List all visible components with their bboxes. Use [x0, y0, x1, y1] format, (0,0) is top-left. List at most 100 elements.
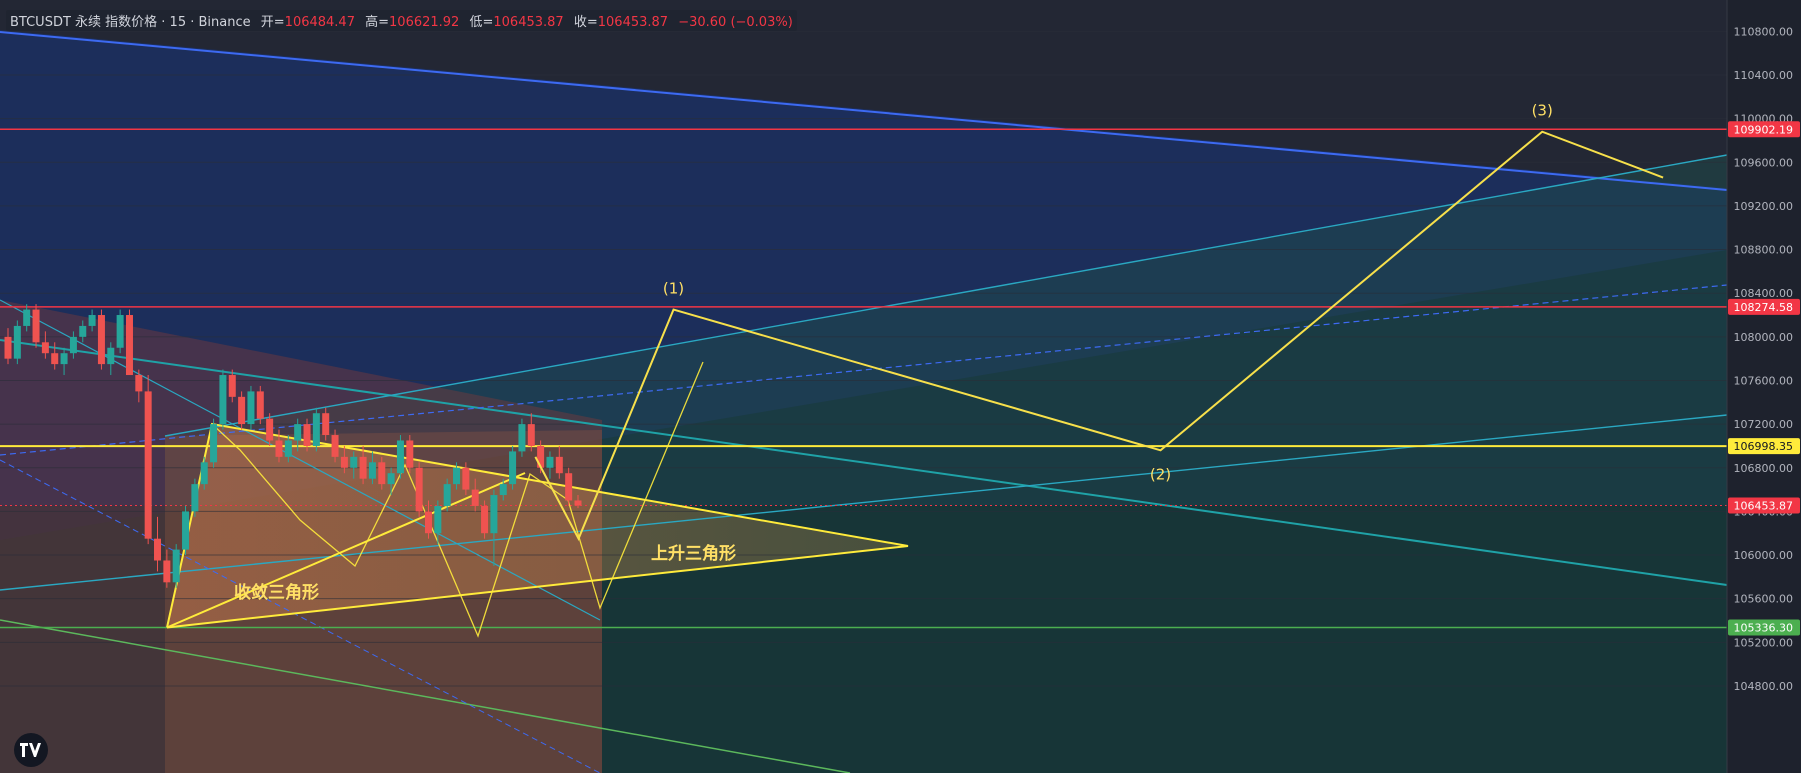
open-label: 开= [260, 15, 285, 30]
candle-body [60, 353, 68, 365]
symbol-title: BTCUSDT 永续 指数价格 · 15 · Binance [10, 15, 251, 30]
symbol-header: BTCUSDT 永续 指数价格 · 15 · Binance 开=106484.… [6, 10, 797, 31]
candle-body [79, 325, 87, 337]
candle-body [424, 511, 432, 534]
price-tag-label: 108274.58 [1734, 301, 1794, 314]
axis-tick-label: 107600.00 [1734, 374, 1794, 387]
candle-body [303, 424, 311, 446]
low-value: 106453.87 [493, 15, 564, 30]
axis-tick-label: 110400.00 [1734, 69, 1794, 82]
wave-label: (1) [663, 280, 684, 298]
axis-tick-label: 104800.00 [1734, 680, 1794, 693]
axis-tick-label: 110800.00 [1734, 25, 1794, 38]
candle-body [443, 484, 451, 506]
candle-body [4, 336, 12, 359]
candle-body [247, 391, 255, 425]
candle-body [266, 418, 274, 441]
candle-body [406, 440, 414, 468]
candle-body [322, 413, 330, 436]
candle-body [546, 456, 554, 468]
wave-label: (2) [1150, 465, 1171, 483]
candle-body [256, 391, 264, 419]
ascending-triangle-label: 上升三角形 [651, 543, 736, 564]
open-value: 106484.47 [284, 15, 355, 30]
candle-body [116, 315, 124, 348]
wave-label: (3) [1532, 102, 1553, 120]
candle-body [378, 462, 386, 485]
candle-body [490, 495, 498, 534]
price-tag-label: 109902.19 [1734, 123, 1794, 136]
candle-body [527, 424, 535, 446]
candle-body [275, 440, 283, 457]
close-label: 收= [573, 15, 598, 30]
candle-body [359, 456, 367, 479]
candle-body [481, 505, 489, 534]
axis-tick-label: 105200.00 [1734, 636, 1794, 649]
price-tag-label: 105336.30 [1734, 621, 1794, 634]
axis-tick-label: 108000.00 [1734, 331, 1794, 344]
candle-body [499, 484, 507, 496]
candle-body [23, 309, 31, 326]
candle-body [163, 560, 171, 583]
converging-triangle-label: 收敛三角形 [234, 582, 319, 603]
candle-body [331, 435, 339, 457]
candle-body [88, 315, 96, 326]
candle-body [350, 456, 358, 468]
tradingview-logo-icon[interactable] [14, 733, 48, 767]
candle-body [135, 375, 143, 392]
candle-body [555, 456, 563, 474]
candle-body [107, 347, 115, 365]
axis-tick-label: 108800.00 [1734, 244, 1794, 257]
axis-tick-label: 109200.00 [1734, 200, 1794, 213]
candle-body [453, 467, 461, 485]
price-chart[interactable]: 104800.00 105200.00 105600.00 106000.00 1064… [0, 0, 1801, 773]
candle-body [228, 375, 236, 397]
high-label: 高= [365, 15, 390, 30]
axis-tick-label: 105600.00 [1734, 593, 1794, 606]
candle-body [509, 451, 517, 485]
candle-body [13, 325, 21, 359]
axis-tick-label: 107200.00 [1734, 418, 1794, 431]
candle-body [471, 489, 479, 506]
candle-body [97, 315, 105, 365]
candle-body [125, 315, 133, 376]
candle-body [574, 500, 582, 506]
candle-body [238, 396, 246, 425]
candle-body [368, 462, 376, 479]
axis-tick-label: 109600.00 [1734, 156, 1794, 169]
candle-body [219, 375, 227, 425]
axis-tick-label: 106000.00 [1734, 549, 1794, 562]
candle-body [191, 484, 199, 512]
candle-body [172, 549, 180, 583]
candle-body [312, 413, 320, 446]
chart-window: 104800.00 105200.00 105600.00 106000.00 1064… [0, 0, 1801, 773]
candle-body [462, 467, 470, 490]
candle-body [200, 462, 208, 485]
background-zones [0, 0, 1727, 773]
axis-tick-label: 106800.00 [1734, 462, 1794, 475]
price-tag-label: 106998.35 [1734, 440, 1794, 453]
change-value: −30.60 (−0.03%) [678, 15, 793, 30]
candle-body [69, 336, 77, 354]
candle-body [518, 424, 526, 452]
tradingview-logo-glyph [20, 743, 41, 757]
candle-body [396, 440, 404, 474]
close-value: 106453.87 [597, 15, 669, 30]
candle-body [284, 440, 292, 457]
candle-body [294, 424, 302, 441]
axis-tick-label: 108400.00 [1734, 287, 1794, 300]
candle-body [434, 505, 442, 534]
candle-body [32, 309, 40, 343]
candle-body [210, 424, 218, 463]
candle-body [182, 511, 190, 550]
candle-body [340, 456, 348, 468]
candle-body [387, 473, 395, 485]
low-label: 低= [469, 15, 494, 30]
candle-body [415, 467, 423, 512]
candle-body [537, 445, 545, 468]
candle-body [565, 473, 573, 501]
price-axis[interactable]: 104800.00 105200.00 105600.00 106000.00 1064… [1726, 0, 1801, 773]
price-tag-label: 106453.87 [1734, 500, 1794, 513]
candle-body [51, 353, 59, 365]
high-value: 106621.92 [389, 15, 460, 30]
